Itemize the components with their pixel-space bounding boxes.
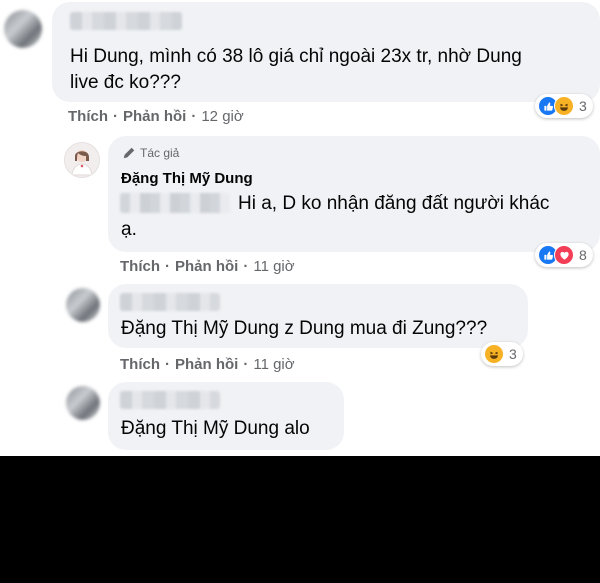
- comment-actions: Thích · Phản hồi · 11 giờ: [120, 258, 295, 275]
- commenter-name-redacted[interactable]: [70, 12, 182, 30]
- pencil-icon: [123, 147, 135, 159]
- separator: ·: [165, 258, 170, 275]
- avatar[interactable]: [66, 288, 100, 322]
- comment-text-line: ạ.: [121, 219, 137, 240]
- comment-text-line: live đc ko???: [70, 72, 181, 93]
- separator: ·: [243, 258, 249, 275]
- like-button[interactable]: Thích: [120, 356, 160, 373]
- like-button[interactable]: Thích: [68, 108, 108, 125]
- reaction-summary[interactable]: 3: [535, 94, 593, 118]
- reply-button[interactable]: Phản hồi: [175, 258, 238, 275]
- reaction-summary[interactable]: 8: [535, 243, 593, 267]
- reply-button[interactable]: Phản hồi: [175, 356, 238, 373]
- author-name[interactable]: Đặng Thị Mỹ Dung: [121, 170, 253, 187]
- timestamp[interactable]: 11 giờ: [253, 356, 294, 373]
- love-icon: [554, 245, 574, 265]
- author-avatar[interactable]: [64, 142, 100, 178]
- author-badge-label: Tác giả: [140, 146, 180, 160]
- commenter-name-redacted[interactable]: [120, 293, 220, 311]
- haha-icon: [554, 96, 574, 116]
- separator: ·: [243, 356, 249, 373]
- comment-text-line: Hi a, D ko nhận đăng đất người khác: [238, 193, 550, 214]
- reaction-summary[interactable]: 3: [481, 342, 523, 366]
- like-button[interactable]: Thích: [120, 258, 160, 275]
- separator: ·: [113, 108, 118, 125]
- timestamp[interactable]: 12 giờ: [201, 108, 243, 125]
- timestamp[interactable]: 11 giờ: [253, 258, 294, 275]
- mention-redacted: [120, 193, 230, 213]
- commenter-name-redacted[interactable]: [120, 391, 220, 409]
- comment-actions: Thích · Phản hồi · 11 giờ: [120, 356, 295, 373]
- reaction-count: 3: [579, 98, 587, 114]
- comment-text: Đặng Thị Mỹ Dung z Dung mua đi Zung???: [121, 318, 488, 339]
- reply-button[interactable]: Phản hồi: [123, 108, 186, 125]
- reaction-count: 8: [579, 247, 587, 263]
- comment-actions: Thích · Phản hồi · 12 giờ: [68, 108, 244, 125]
- comment-text-line: Hi Dung, mình có 38 lô giá chỉ ngoài 23x…: [70, 46, 522, 67]
- black-bar: [0, 456, 600, 583]
- haha-icon: [484, 344, 504, 364]
- separator: ·: [165, 356, 170, 373]
- separator: ·: [191, 108, 197, 125]
- avatar[interactable]: [4, 10, 42, 48]
- comment-text: Đặng Thị Mỹ Dung alo: [121, 418, 310, 439]
- reaction-count: 3: [509, 346, 517, 362]
- avatar[interactable]: [66, 386, 100, 420]
- author-badge: Tác giả: [122, 146, 179, 160]
